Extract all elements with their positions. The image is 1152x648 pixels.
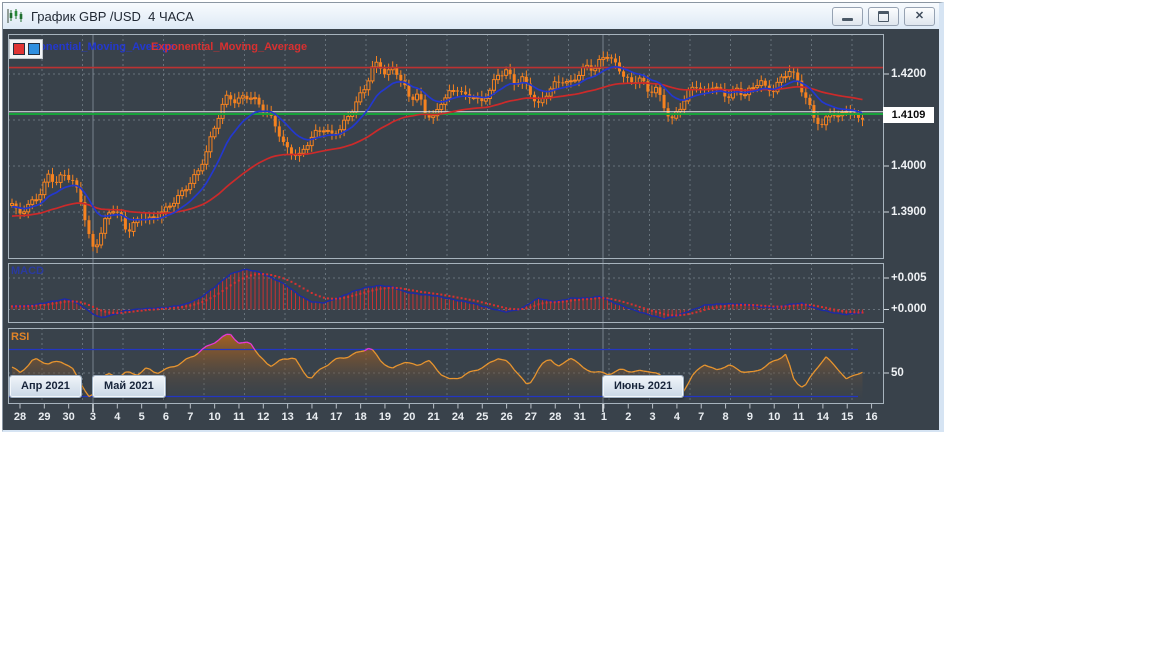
x-axis-label: 19 [378, 411, 392, 423]
x-axis-label: 1 [600, 411, 607, 423]
x-axis-label: 3 [89, 411, 97, 423]
x-axis-label: 11 [792, 411, 805, 423]
x-axis-label: 7 [698, 411, 705, 423]
indicator-chip-box[interactable] [9, 39, 43, 59]
x-axis-label: 29 [38, 411, 51, 423]
x-axis-label: 30 [62, 411, 75, 423]
x-axis-label: 3 [649, 411, 656, 423]
x-axis-label: 7 [187, 411, 194, 423]
close-icon: ✕ [914, 10, 925, 22]
maximize-button[interactable] [868, 7, 899, 26]
x-axis-label: 4 [673, 411, 680, 423]
x-axis-label: 31 [573, 411, 586, 423]
x-axis-label: 9 [746, 411, 753, 423]
maximize-icon [878, 11, 889, 22]
chart-canvas[interactable] [3, 29, 939, 430]
close-button[interactable]: ✕ [904, 7, 935, 26]
axis-ticks [19, 73, 889, 409]
x-axis-label: 28 [549, 411, 562, 423]
x-axis-label: 17 [330, 411, 343, 423]
panel-border [8, 263, 884, 323]
x-axis-label: 25 [476, 411, 489, 423]
candlestick-chart-icon [7, 9, 23, 23]
macd-layer [11, 268, 864, 320]
rsi-layer [9, 333, 863, 404]
x-axis-label: 21 [427, 411, 440, 423]
x-axis-label: 16 [865, 411, 878, 423]
chart-content: Exponential_Moving_Average Exponential_M… [3, 29, 939, 430]
x-axis-label: 11 [233, 411, 245, 423]
x-axis-label: 8 [722, 411, 729, 423]
x-axis-label: 12 [257, 411, 270, 423]
x-axis-label: 28 [13, 411, 27, 423]
window-title: График GBP /USD 4 ЧАСА [31, 8, 194, 24]
x-axis-label: 10 [768, 411, 781, 423]
desktop: { "window": { "title": "График GBP /USD … [0, 0, 1152, 648]
minimize-icon [842, 18, 853, 21]
x-axis-label: 20 [403, 411, 416, 423]
x-axis-label: 14 [305, 411, 319, 423]
x-axis-label: 15 [841, 411, 854, 423]
x-axis-label: 6 [162, 411, 170, 423]
candles-layer [10, 51, 864, 254]
blue-indicator-chip[interactable] [27, 43, 40, 55]
x-axis-label: 26 [500, 411, 513, 423]
x-axis-label: 5 [138, 411, 145, 423]
red-indicator-chip[interactable] [12, 43, 25, 55]
x-axis-label: 24 [451, 411, 465, 423]
minimize-button[interactable] [832, 7, 863, 26]
x-axis-label: 18 [354, 411, 367, 423]
chart-window: График GBP /USD 4 ЧАСА ✕ Exponential_Mov… [2, 2, 944, 432]
x-axis-label: 10 [208, 411, 221, 423]
ema-slow-line [11, 82, 863, 217]
x-axis-label: 2 [625, 411, 632, 423]
x-axis-label: 27 [524, 411, 538, 423]
x-axis-label: 13 [281, 411, 294, 423]
title-bar[interactable]: График GBP /USD 4 ЧАСА ✕ [3, 3, 939, 30]
x-axis-label: 4 [114, 411, 121, 423]
x-axis-label: 14 [816, 411, 829, 423]
